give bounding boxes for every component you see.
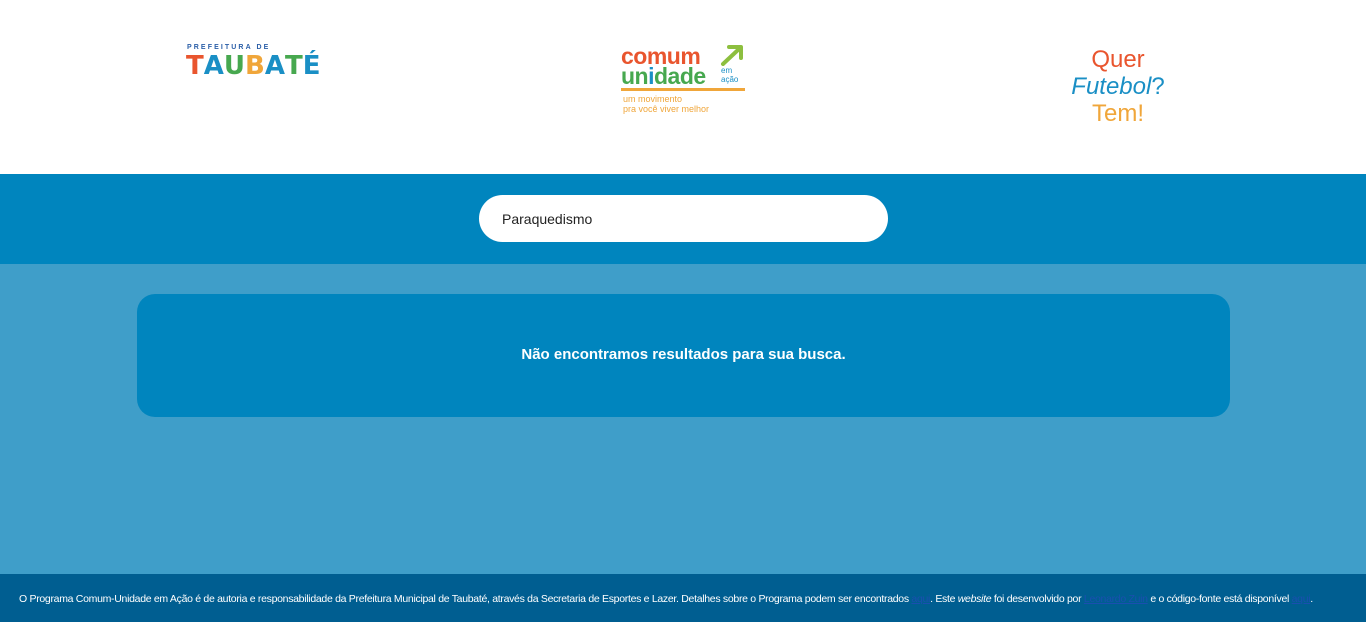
logo-letter: É — [302, 51, 321, 81]
logo-wordmark: TAUBATÉ — [186, 53, 320, 81]
footer-link-source-code[interactable]: aqui — [1292, 593, 1311, 605]
footer-link-program-details[interactable]: aqui — [911, 593, 930, 605]
logo-prefix: PREFEITURA DE — [187, 44, 271, 51]
logo-letter: B — [245, 51, 265, 81]
no-results-message: Não encontramos resultados para sua busc… — [521, 346, 846, 363]
comum-unidade-logo[interactable]: comum unidade em ação um movimento pra voc… — [621, 44, 751, 118]
footer: O Programa Comum-Unidade em Ação é de au… — [0, 574, 1366, 622]
header: PREFEITURA DE TAUBATÉ comum unidade em aç… — [0, 0, 1366, 174]
footer-link-developer[interactable]: Leonardo Zuin — [1084, 593, 1148, 605]
slogan-tem: Tem! — [1091, 100, 1144, 127]
logo-letter: T — [186, 51, 204, 81]
slogan-quer: Quer — [1091, 46, 1145, 73]
logo-tagline: um movimento pra você viver melhor — [623, 94, 710, 114]
logo-letter: U — [223, 51, 245, 81]
logo-divider — [621, 88, 745, 91]
logo-letter: A — [264, 51, 285, 81]
logo-em-acao: em ação — [721, 66, 739, 84]
logo-letter: T — [284, 51, 303, 81]
no-results-card: Não encontramos resultados para sua busc… — [137, 294, 1230, 417]
prefeitura-taubate-logo[interactable]: PREFEITURA DE TAUBATÉ — [186, 44, 320, 84]
search-input[interactable] — [479, 195, 888, 242]
logo-line-unidade: unidade — [621, 63, 706, 89]
logo-letter: A — [203, 51, 224, 81]
arrow-up-right-icon — [721, 45, 743, 66]
slogan-futebol: Futebol? — [1071, 73, 1165, 100]
slogan: Quer Futebol? Tem! — [1068, 46, 1168, 127]
footer-text: O Programa Comum-Unidade em Ação é de au… — [19, 593, 1313, 605]
